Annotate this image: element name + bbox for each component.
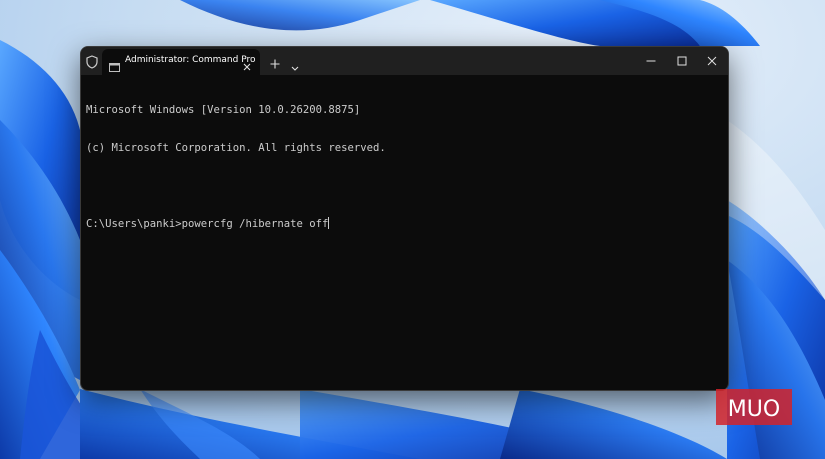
terminal-icon [109,57,120,72]
tab-command-prompt[interactable]: Administrator: Command Pro [102,49,260,75]
console-prompt: C:\Users\panki> [86,217,182,230]
console-line-copyright: (c) Microsoft Corporation. All rights re… [86,141,386,154]
watermark-text: MUO [728,397,780,422]
text-cursor [328,216,330,229]
minimize-button[interactable] [636,47,666,75]
console-output[interactable]: Microsoft Windows [Version 10.0.26200.88… [86,79,716,379]
new-tab-plus-icon[interactable] [269,55,281,69]
minimize-icon [646,60,656,62]
command-prompt-window[interactable]: Administrator: Command Pro Microsoft Win… [80,46,729,391]
shield-icon [85,54,99,69]
tab-title: Administrator: Command Pro [125,55,256,65]
maximize-icon [677,56,687,66]
muo-watermark-logo: MUO [716,389,792,425]
console-input-line[interactable]: C:\Users\panki>powercfg /hibernate off [86,216,716,230]
maximize-button[interactable] [667,47,697,75]
close-button[interactable] [697,47,727,75]
console-command[interactable]: powercfg /hibernate off [182,218,329,230]
console-line-blank [86,179,716,192]
close-icon [707,56,717,66]
tab-close-icon[interactable] [242,57,252,71]
console-line-version: Microsoft Windows [Version 10.0.26200.88… [86,104,361,116]
tab-dropdown-chevron-down-icon[interactable] [290,58,300,71]
title-bar[interactable]: Administrator: Command Pro [81,47,728,75]
